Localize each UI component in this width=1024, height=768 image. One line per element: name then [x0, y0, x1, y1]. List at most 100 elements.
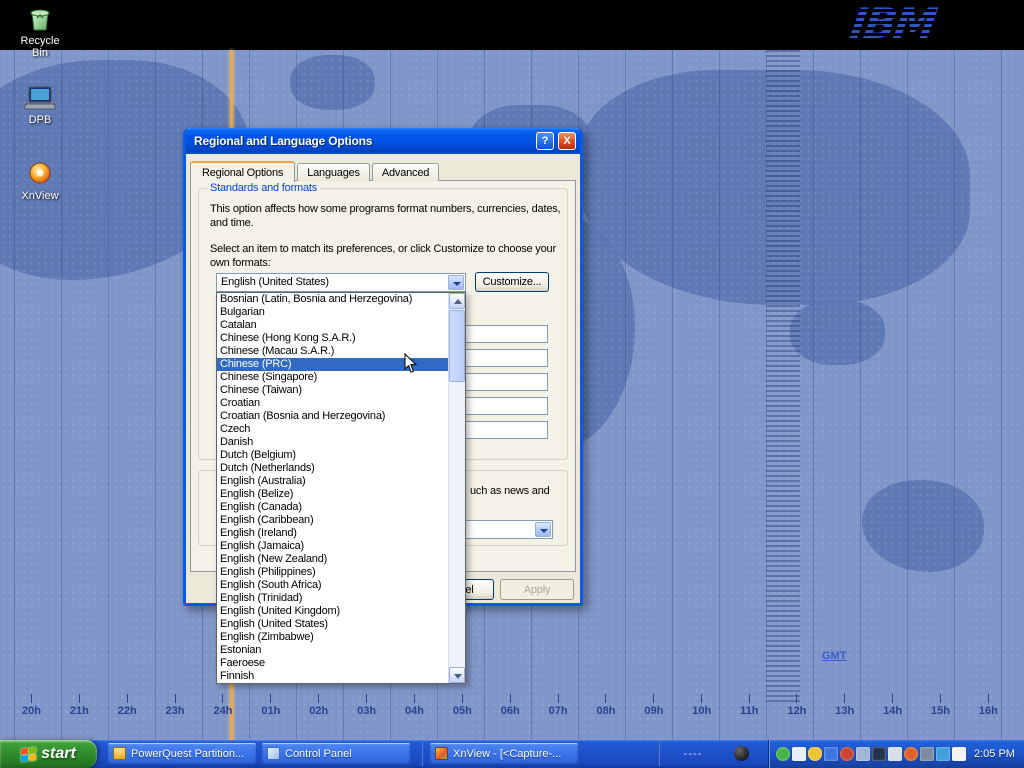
timezone-label: 13h: [835, 694, 854, 717]
desktop-icon-label: XnView: [12, 190, 68, 202]
language-option[interactable]: English (United States): [217, 618, 449, 631]
timezone-label: 24h: [214, 694, 233, 717]
ibm-logo: IBM: [846, 0, 938, 48]
laptop-icon: [12, 82, 68, 112]
scroll-up-arrow-icon[interactable]: [449, 293, 465, 309]
timezone-label: 23h: [166, 694, 185, 717]
windows-flag-icon: [21, 747, 36, 762]
tray-icon-10[interactable]: [920, 747, 934, 761]
format-combobox-value: English (United States): [221, 276, 447, 288]
language-option[interactable]: Bulgarian: [217, 306, 449, 319]
taskbar-clock[interactable]: 2:05 PM: [974, 748, 1015, 760]
tray-icon-3[interactable]: [808, 747, 822, 761]
timezone-label: 03h: [357, 694, 376, 717]
map-landmass: [862, 480, 984, 572]
language-option[interactable]: Czech: [217, 423, 449, 436]
dialog-titlebar[interactable]: Regional and Language Options ? X: [186, 128, 580, 154]
language-option[interactable]: Estonian: [217, 644, 449, 657]
customize-button[interactable]: Customize...: [475, 272, 549, 292]
tray-icon-4[interactable]: [824, 747, 838, 761]
desktop: IBM GMT 20h21h22h23h24h01h02h03h04h05h06…: [0, 0, 1024, 768]
taskbar-divider: [421, 742, 423, 766]
language-option[interactable]: Chinese (Macau S.A.R.): [217, 345, 449, 358]
tray-icon-11[interactable]: [936, 747, 950, 761]
desktop-icon-label: DPB: [12, 114, 68, 126]
help-button[interactable]: ?: [536, 132, 554, 150]
language-option[interactable]: English (Australia): [217, 475, 449, 488]
start-button-label: start: [41, 745, 76, 763]
scrollbar-thumb[interactable]: [449, 310, 465, 382]
timezone-label: 15h: [931, 694, 950, 717]
taskbar: start PowerQuest Partition... Control Pa…: [0, 740, 1024, 768]
listbox-scrollbar[interactable]: [448, 293, 465, 683]
desktop-icon-xnview[interactable]: XnView: [12, 158, 68, 202]
timezone-label: 11h: [740, 694, 758, 717]
xnview-icon: [12, 158, 68, 188]
language-option[interactable]: Dutch (Belgium): [217, 449, 449, 462]
language-option[interactable]: Faeroese: [217, 657, 449, 670]
timezone-label: 01h: [261, 694, 280, 717]
map-landmass: [290, 55, 375, 110]
apply-button[interactable]: Apply: [500, 579, 574, 600]
start-button[interactable]: start: [0, 740, 97, 768]
taskbar-task-xnview[interactable]: XnView - [<Capture-...: [430, 743, 578, 765]
language-option[interactable]: English (South Africa): [217, 579, 449, 592]
timezone-label: 10h: [692, 694, 711, 717]
language-option[interactable]: English (New Zealand): [217, 553, 449, 566]
language-option[interactable]: English (Belize): [217, 488, 449, 501]
language-option[interactable]: Dutch (Netherlands): [217, 462, 449, 475]
language-option[interactable]: English (Canada): [217, 501, 449, 514]
tab-regional-options[interactable]: Regional Options: [190, 161, 295, 182]
language-option[interactable]: Bosnian (Latin, Bosnia and Herzegovina): [217, 293, 449, 306]
groupbox-caption: Standards and formats: [207, 182, 320, 194]
desktop-icon-recycle-bin[interactable]: Recycle Bin: [12, 3, 68, 59]
timezone-label: 12h: [787, 694, 806, 717]
tab-languages[interactable]: Languages: [297, 163, 370, 181]
language-option[interactable]: English (United Kingdom): [217, 605, 449, 618]
combo-dropdown-arrow-icon[interactable]: [535, 522, 551, 537]
language-option[interactable]: Croatian: [217, 397, 449, 410]
language-option[interactable]: Chinese (Hong Kong S.A.R.): [217, 332, 449, 345]
language-option[interactable]: Danish: [217, 436, 449, 449]
taskbar-quicklaunch-icon[interactable]: [734, 746, 749, 761]
close-button[interactable]: X: [558, 132, 576, 150]
language-option[interactable]: Chinese (Singapore): [217, 371, 449, 384]
language-option[interactable]: English (Caribbean): [217, 514, 449, 527]
language-option[interactable]: English (Zimbabwe): [217, 631, 449, 644]
tray-icon-1[interactable]: [776, 747, 790, 761]
tray-icon-7[interactable]: [872, 747, 886, 761]
timezone-label: 16h: [979, 694, 998, 717]
tray-icon-12[interactable]: [952, 747, 966, 761]
language-option[interactable]: English (Ireland): [217, 527, 449, 540]
taskbar-task-powerquest[interactable]: PowerQuest Partition...: [108, 743, 256, 765]
standards-description: This option affects how some programs fo…: [210, 202, 566, 230]
taskbar-task-control-panel[interactable]: Control Panel: [262, 743, 410, 765]
tray-icon-8[interactable]: [888, 747, 902, 761]
location-text-fragment: uch as news and: [470, 484, 550, 498]
language-option[interactable]: English (Philippines): [217, 566, 449, 579]
language-option[interactable]: Chinese (Taiwan): [217, 384, 449, 397]
language-option[interactable]: Croatian (Bosnia and Herzegovina): [217, 410, 449, 423]
combo-dropdown-arrow-icon[interactable]: [448, 275, 464, 290]
timezone-label: 02h: [309, 694, 328, 717]
language-option[interactable]: Finnish: [217, 670, 449, 683]
control-panel-icon: [267, 747, 280, 760]
timezone-label: 08h: [597, 694, 616, 717]
language-listbox: Bosnian (Latin, Bosnia and Herzegovina)B…: [216, 292, 466, 684]
tray-icon-9[interactable]: [904, 747, 918, 761]
timezone-label: 20h: [22, 694, 41, 717]
tray-icon-2[interactable]: [792, 747, 806, 761]
language-option[interactable]: Chinese (PRC): [217, 358, 449, 371]
desktop-icon-dpb[interactable]: DPB: [12, 82, 68, 126]
dialog-title: Regional and Language Options: [186, 134, 536, 148]
tray-icon-6[interactable]: [856, 747, 870, 761]
deskband-grip[interactable]: ----: [664, 743, 722, 765]
language-option[interactable]: Catalan: [217, 319, 449, 332]
language-option[interactable]: English (Jamaica): [217, 540, 449, 553]
tray-icon-5[interactable]: [840, 747, 854, 761]
timezone-scale: 20h21h22h23h24h01h02h03h04h05h06h07h08h0…: [22, 694, 998, 717]
language-option[interactable]: English (Trinidad): [217, 592, 449, 605]
format-combobox[interactable]: English (United States): [216, 273, 466, 292]
scroll-down-arrow-icon[interactable]: [449, 667, 465, 683]
tab-advanced[interactable]: Advanced: [372, 163, 439, 181]
